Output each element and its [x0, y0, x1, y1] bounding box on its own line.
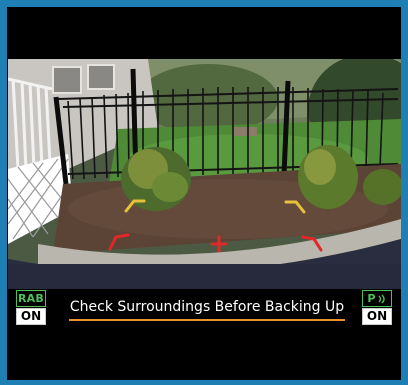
rear-camera-view — [8, 59, 401, 289]
rear-camera-screen: RAB ON Check Surroundings Before Backing… — [7, 7, 401, 380]
rab-status-badge[interactable]: RAB ON — [16, 290, 46, 326]
status-bar: RAB ON Check Surroundings Before Backing… — [7, 289, 401, 329]
parking-sonar-label: P — [362, 290, 392, 307]
rab-value: ON — [16, 308, 46, 325]
display-frame: RAB ON Check Surroundings Before Backing… — [0, 0, 408, 385]
parking-sonar-icon — [378, 294, 385, 304]
safety-notice: Check Surroundings Before Backing Up — [69, 297, 345, 321]
parking-sonar-status-badge[interactable]: P ON — [362, 290, 392, 326]
rab-label: RAB — [16, 290, 46, 307]
parking-sonar-value: ON — [362, 308, 392, 325]
parking-sonar-letter: P — [367, 292, 376, 305]
